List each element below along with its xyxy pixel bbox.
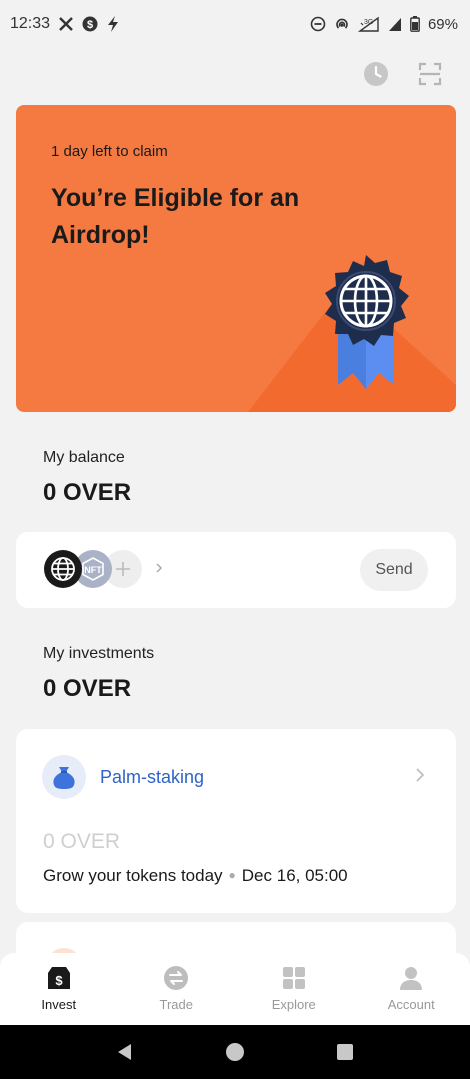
staking-description: Grow your tokens today ● Dec 16, 05:00 xyxy=(43,866,348,886)
system-nav-bar xyxy=(0,1025,470,1079)
lightning-icon xyxy=(106,16,120,32)
staking-title: Palm-staking xyxy=(100,767,205,787)
svg-text:NFT: NFT xyxy=(84,565,102,575)
status-right: 3G 69% xyxy=(310,16,458,33)
battery-percent: 69% xyxy=(427,15,458,33)
explore-grid-icon xyxy=(282,967,305,989)
nav-explore-label: Explore xyxy=(271,997,316,1012)
investments-value: 0 OVER xyxy=(43,675,132,702)
chevron-right-icon xyxy=(414,767,426,788)
separator-dot: ● xyxy=(228,868,236,882)
nav-account[interactable]: Account xyxy=(353,953,470,1025)
svg-text:$: $ xyxy=(55,973,63,988)
nav-invest-label: Invest xyxy=(41,997,77,1012)
send-button[interactable]: Send xyxy=(360,549,428,591)
globe-coin-icon xyxy=(44,550,82,588)
header-actions xyxy=(362,60,444,88)
back-icon[interactable] xyxy=(116,1043,134,1061)
account-icon xyxy=(400,967,423,990)
scan-button[interactable] xyxy=(416,60,444,88)
x-logo-icon xyxy=(58,16,74,32)
history-clock-icon xyxy=(363,61,389,87)
banner-headline: You’re Eligible for an Airdrop! xyxy=(51,184,300,249)
money-bag-icon-wrap xyxy=(42,755,86,799)
dollar-circle-icon: $ xyxy=(82,16,98,32)
money-bag-icon xyxy=(53,767,75,789)
home-icon[interactable] xyxy=(225,1042,245,1062)
trade-icon xyxy=(164,966,189,990)
status-time: 12:33 xyxy=(10,15,51,32)
scan-icon xyxy=(418,62,442,86)
nav-invest[interactable]: $ Invest xyxy=(0,953,118,1025)
recents-icon[interactable] xyxy=(336,1043,354,1061)
investments-label: My investments xyxy=(43,645,155,662)
staking-tagline: Grow your tokens today xyxy=(43,866,223,885)
invest-icon: $ xyxy=(47,967,70,989)
balance-label: My balance xyxy=(43,449,125,466)
staking-amount: 0 OVER xyxy=(43,830,121,853)
svg-text:$: $ xyxy=(87,19,93,31)
nav-trade-label: Trade xyxy=(159,997,193,1012)
balance-value: 0 OVER xyxy=(43,479,132,506)
battery-icon xyxy=(410,16,420,32)
hotspot-icon xyxy=(334,16,350,32)
nav-explore[interactable]: Explore xyxy=(235,953,353,1025)
coin-stack[interactable]: NFT xyxy=(16,532,176,608)
signal-icon xyxy=(388,16,402,32)
claim-countdown: 1 day left to claim xyxy=(51,143,168,160)
assets-card: NFT Send xyxy=(16,532,456,608)
history-button[interactable] xyxy=(362,60,390,88)
palm-staking-card[interactable]: Palm-staking 0 OVER Grow your tokens tod… xyxy=(16,729,456,913)
chevron-right-icon xyxy=(154,561,164,580)
bottom-nav: $ Invest Trade Explore Account xyxy=(0,953,470,1025)
globe-award-badge-icon xyxy=(325,255,409,389)
nav-trade[interactable]: Trade xyxy=(118,953,236,1025)
network-3g-icon: 3G xyxy=(357,16,380,32)
do-not-disturb-icon xyxy=(310,16,326,32)
airdrop-banner[interactable]: 1 day left to claim You’re Eligible for … xyxy=(16,105,456,412)
staking-date: Dec 16, 05:00 xyxy=(241,866,348,885)
nav-account-label: Account xyxy=(387,997,435,1012)
status-left: 12:33 $ xyxy=(10,15,120,33)
status-bar: 12:33 $ 3G 69% xyxy=(0,0,470,48)
